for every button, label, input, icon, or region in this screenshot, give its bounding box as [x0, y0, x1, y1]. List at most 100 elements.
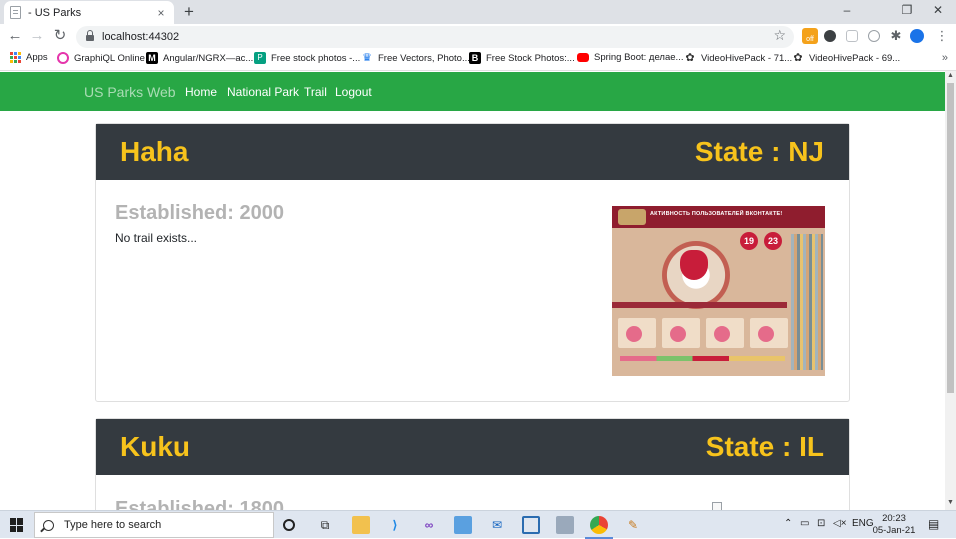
park-name: Kuku — [120, 431, 190, 462]
app-window-icon[interactable] — [522, 516, 540, 534]
bookmark-videohivepack-69[interactable]: ✿ VideoHivePack - 69... — [792, 52, 900, 64]
tab-strip: - US Parks × + – ❐ ✕ — [0, 0, 956, 24]
close-tab-icon[interactable]: × — [154, 6, 168, 20]
infographic-mini-chart — [618, 318, 656, 348]
bookmarks-overflow-icon[interactable]: » — [942, 52, 948, 64]
taskbar-search-box[interactable]: Type here to search — [34, 512, 274, 538]
b-icon: B — [469, 52, 481, 64]
restore-button[interactable]: ❐ — [892, 3, 922, 17]
minimize-button[interactable]: – — [832, 3, 862, 17]
file-explorer-icon[interactable] — [352, 516, 370, 534]
bookmark-videohivepack-71[interactable]: ✿ VideoHivePack - 71... — [684, 52, 792, 64]
scrollbar-thumb[interactable] — [947, 83, 954, 393]
bookmark-free-stock-photos[interactable]: B Free Stock Photos:... — [469, 52, 575, 64]
app-icon[interactable] — [556, 516, 574, 534]
park-card-header: Haha State : NJ — [96, 124, 849, 180]
bookmark-apps[interactable]: Apps — [10, 52, 48, 63]
extensions-puzzle-icon[interactable]: ✱ — [888, 28, 904, 44]
notifications-icon[interactable]: ▤ — [928, 517, 939, 531]
page-scrollbar[interactable]: ▲ ▼ — [945, 71, 956, 510]
network-icon[interactable]: ⊡ — [817, 518, 825, 529]
pexels-icon: P — [254, 52, 266, 64]
bookmark-label: Free Vectors, Photo... — [378, 52, 470, 64]
tray-chevron-icon[interactable]: ⌃ — [784, 518, 792, 529]
browser-menu-icon[interactable]: ⋮ — [934, 28, 950, 44]
clock-time: 20:23 — [882, 513, 906, 524]
extension-circle-icon[interactable] — [868, 30, 880, 42]
scroll-down-arrow-icon[interactable]: ▼ — [947, 499, 954, 506]
park-card: Haha State : NJ Established: 2000 No tra… — [95, 123, 850, 402]
bookmark-label: Angular/NGRX—ac... — [163, 52, 254, 64]
paint-icon[interactable]: ✎ — [624, 516, 642, 534]
broken-image-icon — [712, 502, 722, 510]
site-brand[interactable]: US Parks Web — [84, 84, 176, 100]
volume-icon[interactable]: ◁× — [833, 518, 847, 529]
reload-icon[interactable]: ↻ — [51, 27, 69, 45]
windows-taskbar: Type here to search ⧉ ⟩ ∞ ✉ ✎ ⌃ ▭ ⊡ ◁× E… — [0, 510, 956, 539]
medium-icon: M — [146, 52, 158, 64]
nav-link-logout[interactable]: Logout — [335, 85, 372, 99]
task-view-icon[interactable]: ⧉ — [316, 516, 334, 534]
bookmark-angular-ngrx[interactable]: M Angular/NGRX—ac... — [146, 52, 253, 64]
infographic-logo — [618, 209, 646, 225]
bookmark-label: Apps — [26, 52, 48, 63]
infographic-mini-chart — [750, 318, 788, 348]
cortana-icon[interactable] — [283, 519, 295, 531]
freepik-icon: ♛ — [362, 52, 372, 64]
youtube-icon — [577, 53, 589, 62]
infographic-number: 23 — [764, 232, 782, 250]
apps-grid-icon — [10, 52, 21, 63]
infographic-footer-bar — [620, 356, 785, 361]
search-icon — [43, 519, 54, 531]
mail-icon[interactable]: ✉ — [488, 516, 506, 534]
lock-icon[interactable] — [86, 29, 94, 42]
infographic-band — [612, 302, 787, 308]
page-favicon-icon — [10, 6, 21, 19]
app-icon[interactable] — [454, 516, 472, 534]
bookmark-freepik[interactable]: ♛ Free Vectors, Photo... — [361, 52, 470, 64]
no-trail-message: No trail exists... — [115, 231, 198, 245]
bookmark-label: Free Stock Photos:... — [486, 52, 575, 64]
new-tab-button[interactable]: + — [180, 2, 198, 22]
infographic-mini-chart — [706, 318, 744, 348]
dark-mode-extension-icon[interactable] — [824, 30, 836, 42]
close-window-button[interactable]: ✕ — [923, 3, 953, 17]
browser-toolbar: ← → ↻ localhost:44302 ☆ off ✱ ⋮ — [0, 24, 956, 49]
windows-start-icon[interactable] — [10, 518, 24, 532]
bookmark-label: VideoHivePack - 71... — [701, 52, 793, 64]
scroll-up-arrow-icon[interactable]: ▲ — [947, 72, 954, 79]
profile-avatar-icon[interactable] — [910, 29, 924, 43]
visual-studio-icon[interactable]: ∞ — [420, 516, 438, 534]
url-text[interactable]: localhost:44302 — [102, 31, 179, 43]
chrome-icon[interactable] — [590, 516, 608, 534]
park-established: Established: 1800 — [115, 498, 284, 510]
park-state: State : NJ — [694, 136, 824, 167]
extension-square-icon[interactable] — [846, 30, 858, 42]
extension-off-icon[interactable]: off — [802, 28, 818, 44]
videohive-icon: ✿ — [793, 52, 803, 64]
nav-link-trail[interactable]: Trail — [304, 85, 327, 99]
park-card: Kuku State : IL Established: 1800 — [95, 418, 850, 510]
taskbar-clock[interactable]: 20:23 05-Jan-21 — [872, 513, 916, 537]
back-arrow-icon[interactable]: ← — [6, 27, 24, 45]
bookmarks-bar: Apps GraphiQL Online M Angular/NGRX—ac..… — [0, 49, 956, 71]
vscode-icon[interactable]: ⟩ — [386, 516, 404, 534]
infographic-heart — [680, 250, 708, 280]
language-indicator[interactable]: ENG — [852, 518, 874, 529]
battery-icon[interactable]: ▭ — [800, 518, 809, 529]
infographic-avatar-mosaic — [791, 234, 823, 370]
bookmark-label: Free stock photos -... — [271, 52, 361, 64]
bookmark-graphiql[interactable]: GraphiQL Online — [57, 52, 145, 64]
bookmark-label: Spring Boot: делае... — [594, 52, 684, 63]
bookmark-star-icon[interactable]: ☆ — [773, 27, 786, 44]
address-bar[interactable]: localhost:44302 ☆ — [76, 26, 794, 48]
browser-tab[interactable]: - US Parks × — [4, 1, 174, 24]
infographic-number: 19 — [740, 232, 758, 250]
bookmark-spring-boot[interactable]: Spring Boot: делае... — [577, 52, 683, 63]
bookmark-pexels[interactable]: P Free stock photos -... — [254, 52, 360, 64]
nav-link-home[interactable]: Home — [185, 85, 217, 99]
nav-link-national-park[interactable]: National Park — [227, 85, 299, 99]
page-viewport: US Parks Web Home National Park Trail Lo… — [0, 71, 945, 510]
forward-arrow-icon[interactable]: → — [28, 27, 46, 45]
infographic-title: АКТИВНОСТЬ ПОЛЬЗОВАТЕЛЕЙ ВКОНТАКТЕ! — [650, 211, 783, 217]
